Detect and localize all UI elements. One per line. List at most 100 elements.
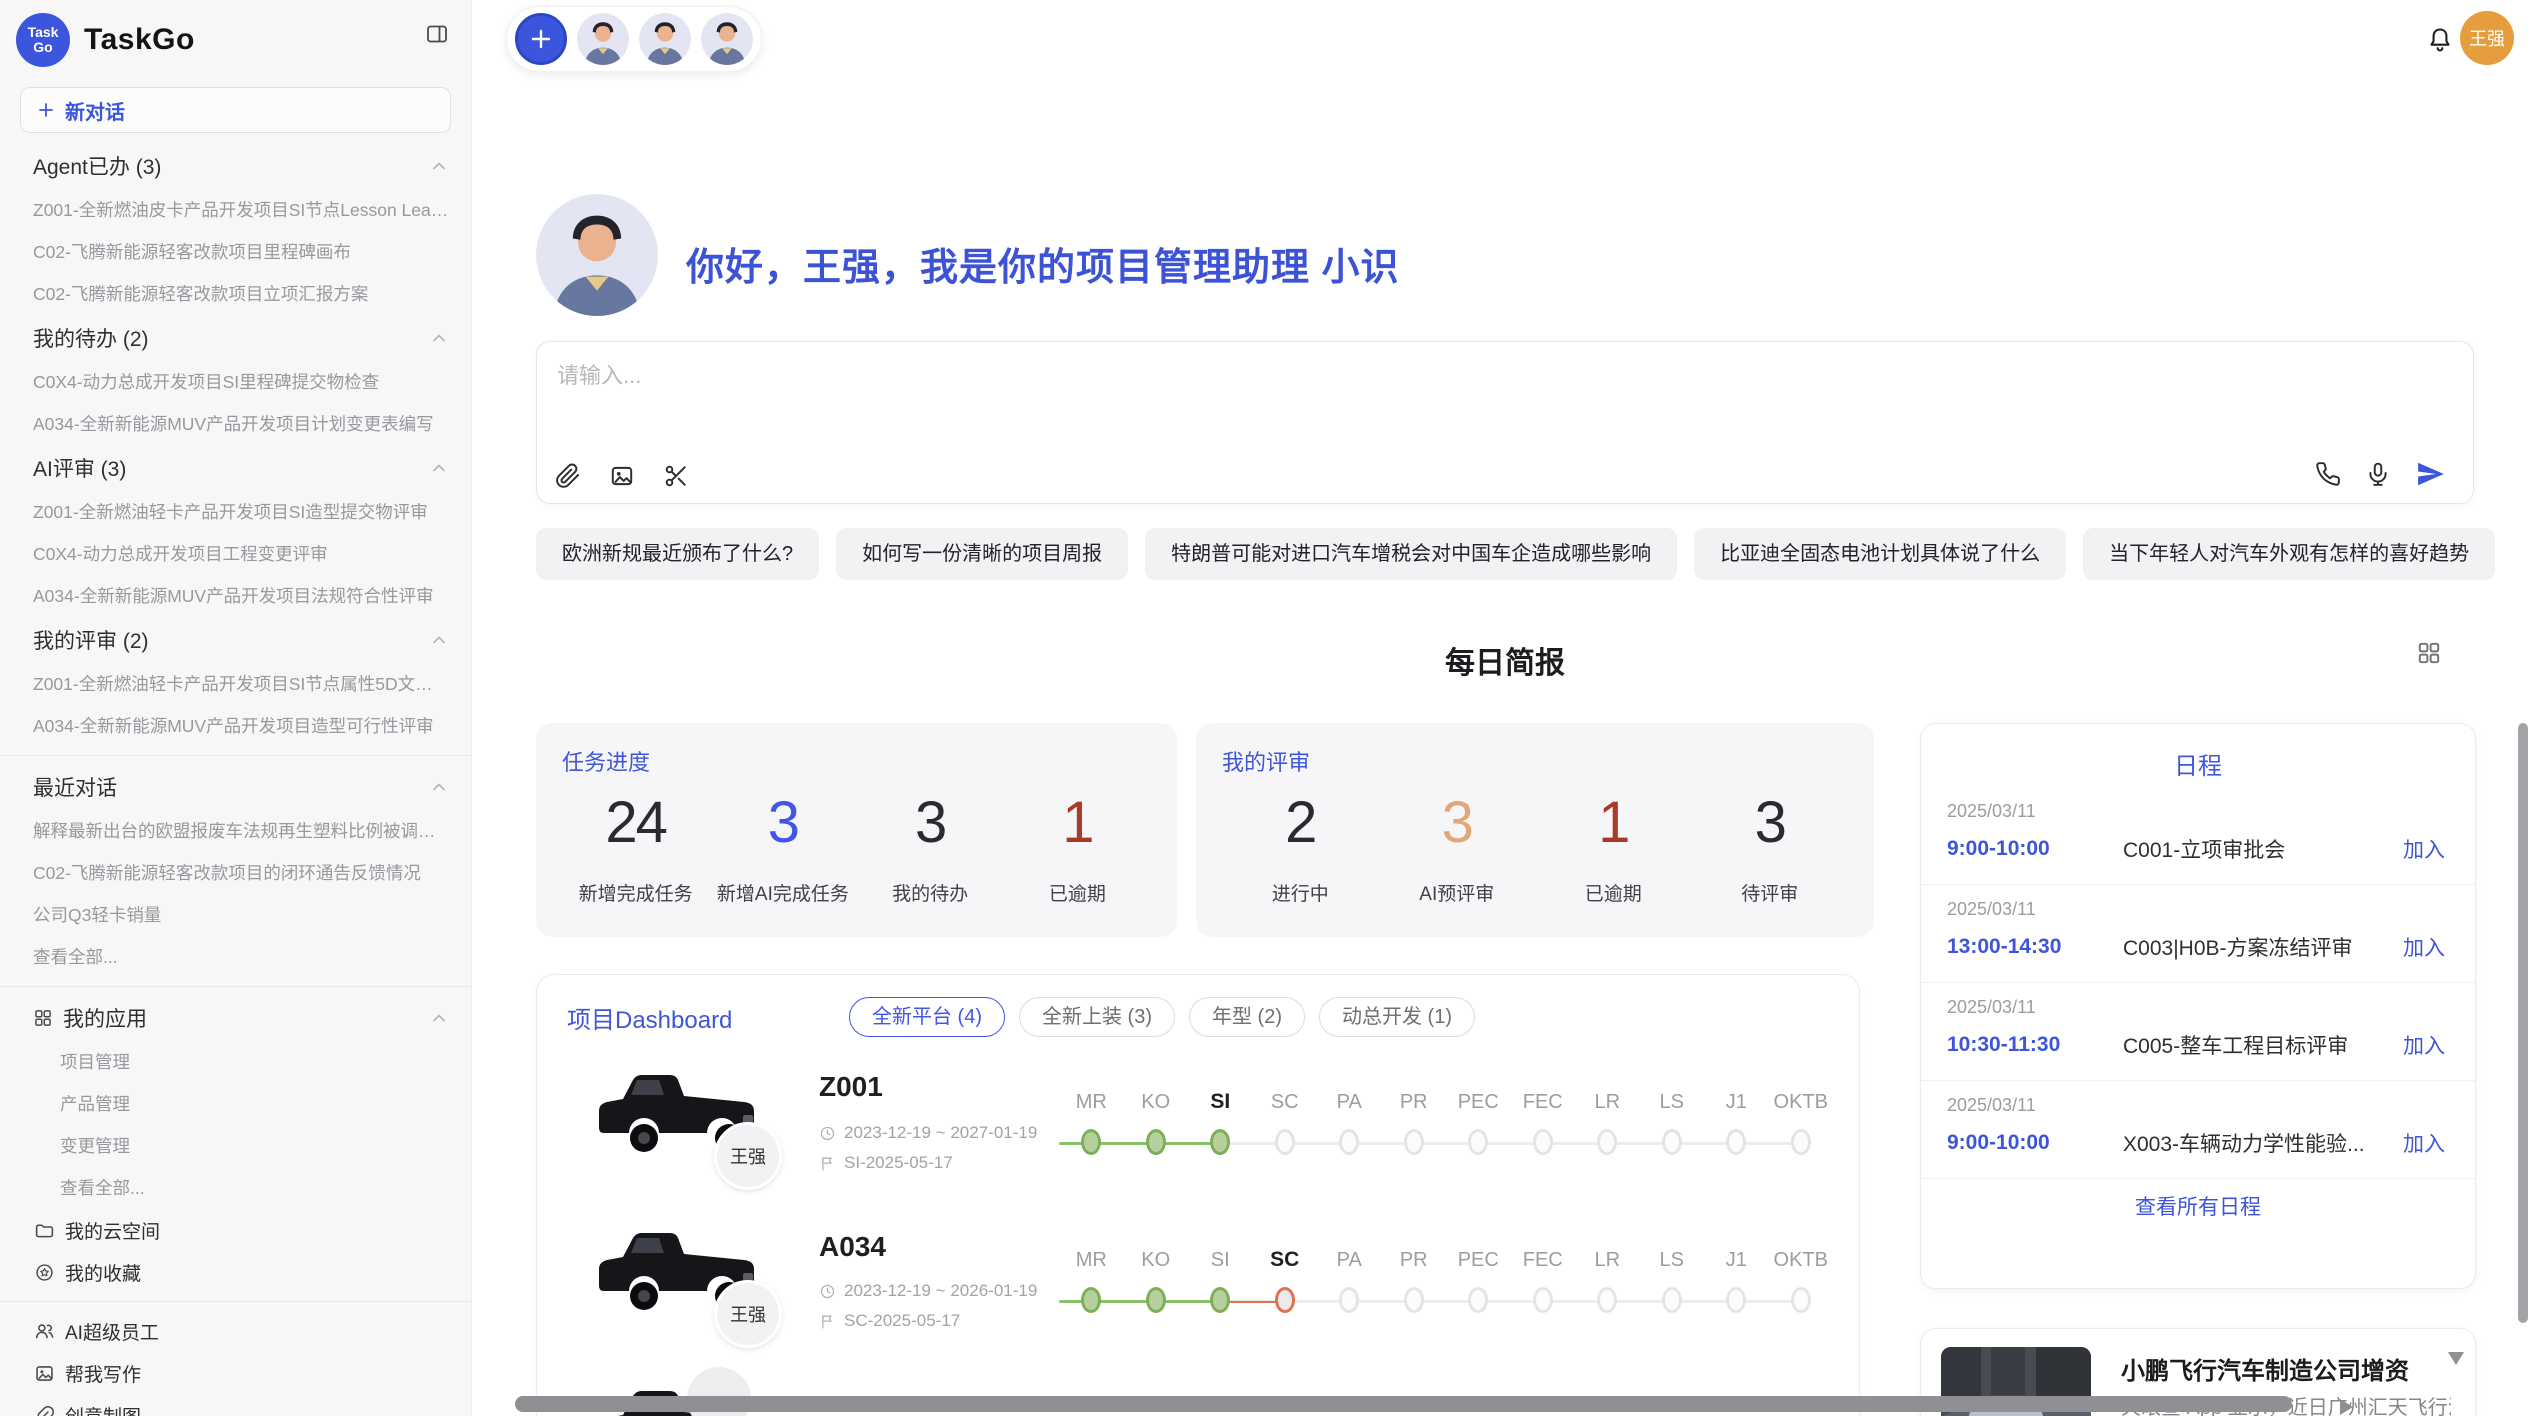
milestone-label: PEC <box>1446 1249 1511 1272</box>
new-chat-button[interactable]: 新对话 <box>20 87 451 133</box>
sidebar-item[interactable]: 解释最新出台的欧盟报废车法规再生塑料比例被调至15%... <box>0 810 471 852</box>
milestone-dot <box>1791 1129 1811 1155</box>
milestone-dot-overdue <box>1275 1287 1295 1313</box>
suggestion-chip[interactable]: 当下年轻人对汽车外观有怎样的喜好趋势 <box>2083 528 2495 580</box>
milestone-dot <box>1791 1287 1811 1313</box>
project-owner-badge: 王强 <box>714 1122 782 1190</box>
stat: 24 新增完成任务 <box>562 791 709 906</box>
scroll-right-arrow-icon[interactable] <box>2340 1399 2353 1415</box>
milestone-dot <box>1468 1287 1488 1313</box>
chat-input[interactable] <box>557 356 2157 396</box>
chevron-up-icon <box>429 777 449 797</box>
sidebar-item[interactable]: C02-飞腾新能源轻客改款项目里程碑画布 <box>0 231 471 273</box>
milestone-dot-done <box>1081 1129 1101 1155</box>
image-icon <box>34 1363 55 1384</box>
sidebar-section-ai-review[interactable]: AI评审 (3) <box>0 445 471 491</box>
schedule-date: 2025/03/11 <box>1947 801 2445 822</box>
join-link[interactable]: 加入 <box>2403 932 2445 962</box>
horizontal-scrollbar-thumb[interactable] <box>515 1396 2292 1412</box>
agent-avatar[interactable] <box>577 13 629 65</box>
folder-icon <box>34 1220 55 1241</box>
scroll-down-arrow-icon[interactable] <box>2448 1352 2464 1365</box>
sidebar-item-my-cloud[interactable]: 我的云空间 <box>0 1209 471 1251</box>
dashboard-title: 项目Dashboard <box>567 1000 849 1035</box>
image-upload-icon[interactable] <box>609 463 635 489</box>
agent-avatar[interactable] <box>639 13 691 65</box>
sidebar-item-my-favorites[interactable]: 我的收藏 <box>0 1251 471 1293</box>
project-code[interactable]: Z001 <box>819 1071 883 1103</box>
milestone-timeline: MR KO SI SC PA PR PEC FEC LR LS J1 OKTB <box>1059 1087 1833 1165</box>
sidebar-item[interactable]: A034-全新新能源MUV产品开发项目法规符合性评审 <box>0 575 471 617</box>
sidebar-item[interactable]: Z001-全新燃油轻卡产品开发项目SI造型提交物评审 <box>0 491 471 533</box>
scissors-icon[interactable] <box>663 463 689 489</box>
tab-new-body[interactable]: 全新上装 (3) <box>1019 997 1175 1037</box>
sidebar-item[interactable]: Z001-全新燃油皮卡产品开发项目SI节点Lesson Learn报告 <box>0 189 471 231</box>
sidebar-item-project-mgmt[interactable]: 项目管理 <box>0 1041 471 1083</box>
attachment-icon[interactable] <box>555 463 581 489</box>
flag-icon <box>819 1155 836 1172</box>
milestone-dot <box>1662 1129 1682 1155</box>
sidebar-item[interactable]: C02-飞腾新能源轻客改款项目的闭环通告反馈情况 <box>0 852 471 894</box>
stat: 1 已逾期 <box>1004 791 1151 906</box>
view-all-schedule-link[interactable]: 查看所有日程 <box>1921 1179 2475 1233</box>
project-milestone-row: SC-2025-05-17 <box>819 1311 960 1331</box>
notification-bell-icon[interactable] <box>2426 26 2454 54</box>
sidebar-item[interactable]: C0X4-动力总成开发项目工程变更评审 <box>0 533 471 575</box>
clock-icon <box>819 1283 836 1300</box>
milestone-dot <box>1339 1129 1359 1155</box>
user-avatar[interactable]: 王强 <box>2460 11 2514 65</box>
vertical-scrollbar-thumb[interactable] <box>2518 723 2528 1323</box>
schedule-item: 2025/03/11 13:00-14:30 C003|H0B-方案冻结评审 加… <box>1921 885 2475 983</box>
sidebar-item[interactable]: 公司Q3轻卡销量 <box>0 894 471 936</box>
project-milestone-row: SI-2025-05-17 <box>819 1153 953 1173</box>
milestone-label: J1 <box>1704 1249 1769 1272</box>
daily-briefing-title: 每日简报 <box>536 638 2474 682</box>
project-code[interactable]: A034 <box>819 1231 886 1263</box>
sidebar-item[interactable]: A034-全新新能源MUV产品开发项目造型可行性评审 <box>0 705 471 747</box>
sidebar-item[interactable]: C0X4-动力总成开发项目SI里程碑提交物检查 <box>0 361 471 403</box>
sidebar-item[interactable]: C02-飞腾新能源轻客改款项目立项汇报方案 <box>0 273 471 315</box>
sidebar-section-recent-chats[interactable]: 最近对话 <box>0 764 471 810</box>
milestone-label: PR <box>1382 1249 1447 1272</box>
chevron-up-icon <box>429 1008 449 1028</box>
suggestion-chip[interactable]: 欧洲新规最近颁布了什么? <box>536 528 819 580</box>
agent-avatar[interactable] <box>701 13 753 65</box>
microphone-icon[interactable] <box>2365 461 2391 487</box>
tab-new-platform[interactable]: 全新平台 (4) <box>849 997 1005 1037</box>
sidebar-section-my-todo[interactable]: 我的待办 (2) <box>0 315 471 361</box>
sidebar-section-my-apps[interactable]: 我的应用 <box>0 995 471 1041</box>
sidebar-item[interactable]: Z001-全新燃油轻卡产品开发项目SI节点属性5D文件评审 <box>0 663 471 705</box>
sidebar-section-my-review[interactable]: 我的评审 (2) <box>0 617 471 663</box>
sidebar-item-product-mgmt[interactable]: 产品管理 <box>0 1083 471 1125</box>
tab-year-model[interactable]: 年型 (2) <box>1189 997 1305 1037</box>
milestone-dot <box>1339 1287 1359 1313</box>
sidebar-item-help-me-write[interactable]: 帮我写作 <box>0 1352 471 1394</box>
layout-grid-icon[interactable] <box>2416 640 2442 666</box>
sidebar-collapse-icon[interactable] <box>425 22 449 46</box>
milestone-label: MR <box>1059 1249 1124 1272</box>
suggestion-chip[interactable]: 比亚迪全固态电池计划具体说了什么 <box>1694 528 2066 580</box>
suggestion-chips: 欧洲新规最近颁布了什么? 如何写一份清晰的项目周报 特朗普可能对进口汽车增税会对… <box>536 528 2495 580</box>
join-link[interactable]: 加入 <box>2403 1030 2445 1060</box>
news-title: 小鹏飞行汽车制造公司增资 <box>2121 1351 2409 1386</box>
sidebar-item[interactable]: A034-全新新能源MUV产品开发项目计划变更表编写 <box>0 403 471 445</box>
milestone-dot <box>1468 1129 1488 1155</box>
tab-powertrain[interactable]: 动总开发 (1) <box>1319 997 1475 1037</box>
suggestion-chip[interactable]: 如何写一份清晰的项目周报 <box>836 528 1128 580</box>
suggestion-chip[interactable]: 特朗普可能对进口汽车增税会对中国车企造成哪些影响 <box>1145 528 1677 580</box>
sidebar-section-agent-done[interactable]: Agent已办 (3) <box>0 143 471 189</box>
sidebar-item-ai-super-staff[interactable]: AI超级员工 <box>0 1310 471 1352</box>
sidebar-view-all-chats[interactable]: 查看全部... <box>0 936 471 978</box>
plus-icon <box>37 101 55 119</box>
milestone-label: PEC <box>1446 1091 1511 1114</box>
milestone-dot <box>1533 1129 1553 1155</box>
sidebar-item-change-mgmt[interactable]: 变更管理 <box>0 1125 471 1167</box>
phone-call-icon[interactable] <box>2315 461 2341 487</box>
add-agent-button[interactable] <box>515 13 567 65</box>
send-icon[interactable] <box>2415 459 2445 489</box>
sidebar-view-all-apps[interactable]: 查看全部... <box>0 1167 471 1209</box>
chat-input-card <box>536 341 2474 504</box>
join-link[interactable]: 加入 <box>2403 1128 2445 1158</box>
sidebar-item-creative-drawing[interactable]: 创意制图 <box>0 1394 471 1416</box>
join-link[interactable]: 加入 <box>2403 834 2445 864</box>
